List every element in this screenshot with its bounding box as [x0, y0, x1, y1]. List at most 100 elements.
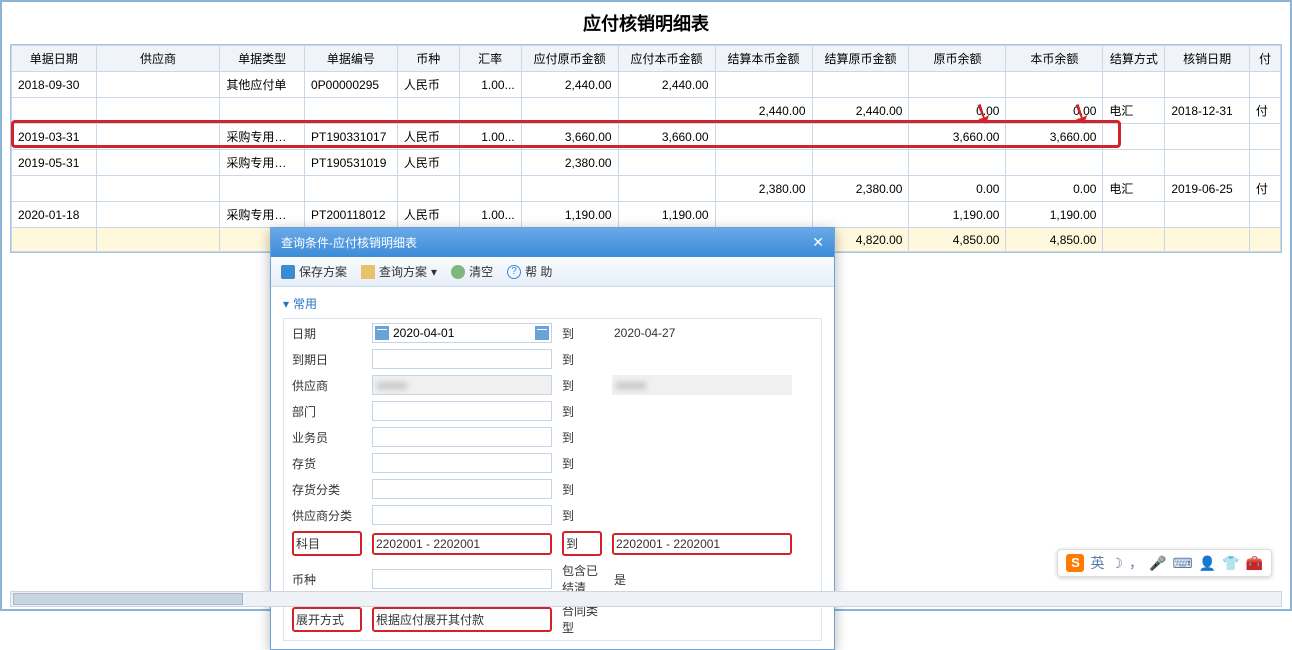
table-cell[interactable] [1249, 72, 1280, 98]
col-header[interactable]: 单据日期 [12, 46, 97, 72]
table-cell[interactable] [96, 98, 220, 124]
table-cell[interactable] [1103, 202, 1165, 228]
scrollbar-thumb[interactable] [13, 593, 243, 605]
col-header[interactable]: 单据编号 [304, 46, 397, 72]
table-cell[interactable]: 人民币 [397, 150, 459, 176]
col-header[interactable]: 结算原币金额 [812, 46, 909, 72]
date-from-input[interactable]: 2020-04-01 [372, 323, 552, 343]
table-cell[interactable]: 4,850.00 [909, 228, 1006, 252]
col-header[interactable]: 核销日期 [1165, 46, 1250, 72]
expand-value[interactable]: 根据应付展开其付款 [372, 607, 552, 632]
table-cell[interactable]: 0.00 [909, 176, 1006, 202]
keyboard-icon[interactable]: ⌨ [1172, 555, 1192, 572]
table-cell[interactable] [1165, 150, 1250, 176]
table-cell[interactable] [812, 124, 909, 150]
table-cell[interactable]: 1.00... [459, 72, 521, 98]
table-cell[interactable] [715, 150, 812, 176]
moon-icon[interactable]: ☽ [1110, 555, 1123, 572]
clerk-from-input[interactable] [372, 427, 552, 447]
table-cell[interactable]: 2,440.00 [715, 98, 812, 124]
table-cell[interactable]: 3,660.00 [618, 124, 715, 150]
table-cell[interactable]: 电汇 [1103, 176, 1165, 202]
table-cell[interactable]: 采购专用发票 [220, 124, 305, 150]
table-cell[interactable] [220, 176, 305, 202]
table-cell[interactable] [909, 150, 1006, 176]
col-header[interactable]: 币种 [397, 46, 459, 72]
table-cell[interactable]: 2018-09-30 [12, 72, 97, 98]
table-cell[interactable] [1006, 150, 1103, 176]
table-cell[interactable]: 1,190.00 [618, 202, 715, 228]
table-row[interactable]: 2,380.002,380.000.000.00电汇2019-06-25付 [12, 176, 1281, 202]
table-cell[interactable] [1103, 228, 1165, 252]
table-cell[interactable] [618, 98, 715, 124]
help-button[interactable]: ?帮 助 [507, 263, 552, 280]
table-cell[interactable]: 付 [1249, 98, 1280, 124]
table-cell[interactable]: 1.00... [459, 124, 521, 150]
table-cell[interactable]: 2,440.00 [812, 98, 909, 124]
table-cell[interactable] [521, 98, 618, 124]
mic-icon[interactable]: 🎤 [1149, 555, 1166, 572]
stockcat-from-input[interactable] [372, 479, 552, 499]
table-cell[interactable]: 0.00 [1006, 98, 1103, 124]
col-header[interactable]: 结算方式 [1103, 46, 1165, 72]
table-cell[interactable]: 人民币 [397, 202, 459, 228]
suppliercat-from-input[interactable] [372, 505, 552, 525]
col-header[interactable]: 结算本币金额 [715, 46, 812, 72]
table-cell[interactable]: 2,380.00 [521, 150, 618, 176]
table-cell[interactable]: 0.00 [909, 98, 1006, 124]
table-cell[interactable] [1249, 228, 1280, 252]
table-row[interactable]: 2019-05-31采购专用发票PT190531019人民币2,380.00 [12, 150, 1281, 176]
table-cell[interactable]: 0P00000295 [304, 72, 397, 98]
table-cell[interactable] [1165, 124, 1250, 150]
table-cell[interactable] [12, 228, 97, 252]
clear-button[interactable]: 清空 [451, 263, 493, 280]
table-cell[interactable]: 1.00... [459, 202, 521, 228]
subject-from-input[interactable]: 2202001 - 2202001 [372, 533, 552, 555]
table-cell[interactable] [12, 176, 97, 202]
section-header-common[interactable]: ▾常用 [283, 295, 822, 312]
ime-toolbar[interactable]: S 英 ☽ ， 🎤 ⌨ 👤 👕 🧰 [1057, 549, 1272, 577]
supplier-to-input[interactable]: xxxxx [612, 375, 792, 395]
col-header[interactable]: 应付本币金额 [618, 46, 715, 72]
table-cell[interactable] [1103, 124, 1165, 150]
table-cell[interactable] [304, 176, 397, 202]
table-cell[interactable] [1103, 150, 1165, 176]
table-cell[interactable]: 2019-03-31 [12, 124, 97, 150]
table-cell[interactable] [715, 202, 812, 228]
table-cell[interactable] [618, 176, 715, 202]
table-cell[interactable]: 3,660.00 [1006, 124, 1103, 150]
col-header[interactable]: 供应商 [96, 46, 220, 72]
table-cell[interactable]: 4,850.00 [1006, 228, 1103, 252]
table-cell[interactable]: 2018-12-31 [1165, 98, 1250, 124]
table-cell[interactable] [1006, 72, 1103, 98]
col-header[interactable]: 汇率 [459, 46, 521, 72]
table-cell[interactable] [1103, 72, 1165, 98]
table-cell[interactable]: 0.00 [1006, 176, 1103, 202]
table-cell[interactable] [812, 202, 909, 228]
table-cell[interactable] [715, 124, 812, 150]
table-cell[interactable]: 1,190.00 [1006, 202, 1103, 228]
table-cell[interactable]: 其他应付单 [220, 72, 305, 98]
dept-from-input[interactable] [372, 401, 552, 421]
table-cell[interactable] [459, 98, 521, 124]
table-cell[interactable] [96, 202, 220, 228]
date-to-value[interactable]: 2020-04-27 [612, 326, 792, 340]
table-cell[interactable]: 付 [1249, 176, 1280, 202]
table-cell[interactable] [397, 98, 459, 124]
table-cell[interactable]: 2019-05-31 [12, 150, 97, 176]
table-cell[interactable]: PT200118012 [304, 202, 397, 228]
table-cell[interactable]: 电汇 [1103, 98, 1165, 124]
table-cell[interactable] [96, 228, 220, 252]
col-header[interactable]: 原币余额 [909, 46, 1006, 72]
col-header[interactable]: 付 [1249, 46, 1280, 72]
table-cell[interactable] [304, 98, 397, 124]
table-cell[interactable] [715, 72, 812, 98]
table-cell[interactable] [96, 176, 220, 202]
subject-to-input[interactable]: 2202001 - 2202001 [612, 533, 792, 555]
table-cell[interactable] [1165, 228, 1250, 252]
stock-from-input[interactable] [372, 453, 552, 473]
table-row[interactable]: 2020-01-18采购专用发票PT200118012人民币1.00...1,1… [12, 202, 1281, 228]
table-cell[interactable] [96, 72, 220, 98]
table-cell[interactable]: 人民币 [397, 72, 459, 98]
table-cell[interactable]: 2020-01-18 [12, 202, 97, 228]
